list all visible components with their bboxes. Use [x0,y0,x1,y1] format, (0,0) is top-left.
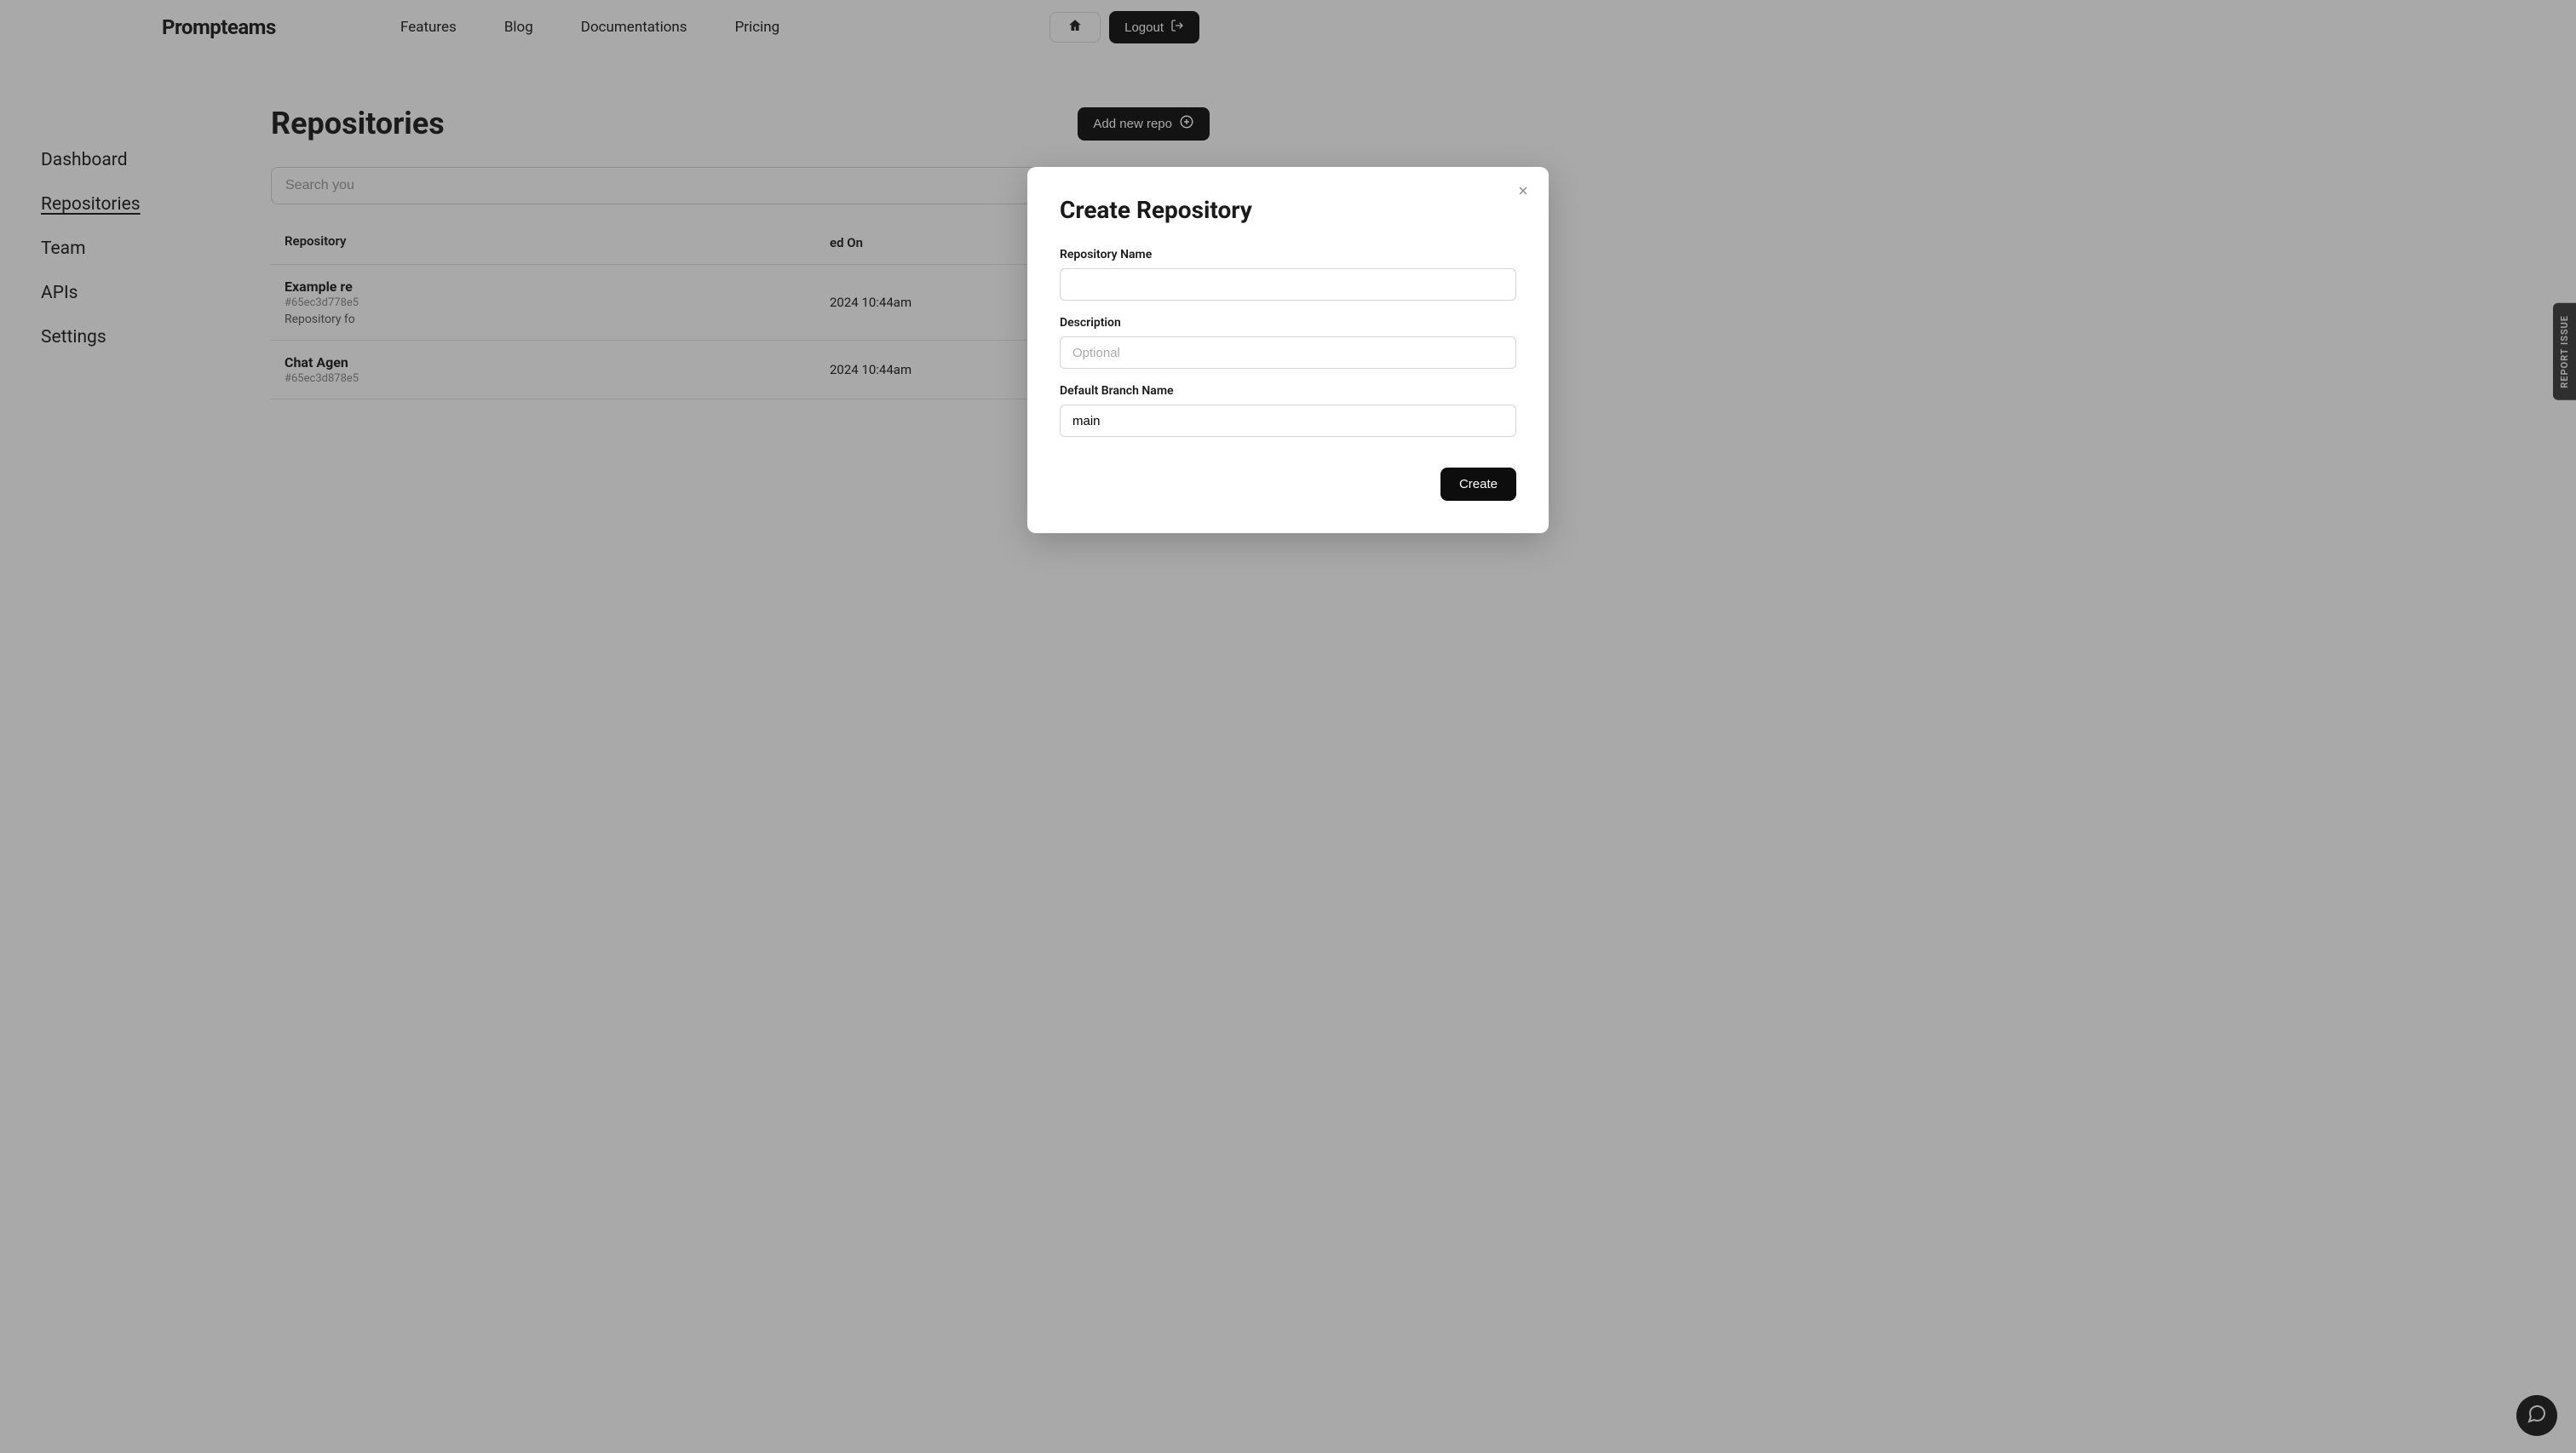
branch-name-input[interactable] [1060,405,1516,437]
description-label: Description [1060,316,1516,330]
description-input[interactable] [1060,336,1516,369]
repo-name-label: Repository Name [1060,248,1516,261]
repo-name-input[interactable] [1060,268,1516,301]
close-icon [1516,185,1530,201]
modal-footer: Create [1060,468,1516,501]
modal-close-button[interactable] [1516,184,1530,201]
branch-name-label: Default Branch Name [1060,384,1516,398]
modal-title: Create Repository [1060,196,1516,224]
create-repository-modal: Create Repository Repository Name Descri… [1027,167,1549,533]
create-button[interactable]: Create [1440,468,1516,501]
modal-overlay[interactable]: Create Repository Repository Name Descri… [0,0,2576,1453]
